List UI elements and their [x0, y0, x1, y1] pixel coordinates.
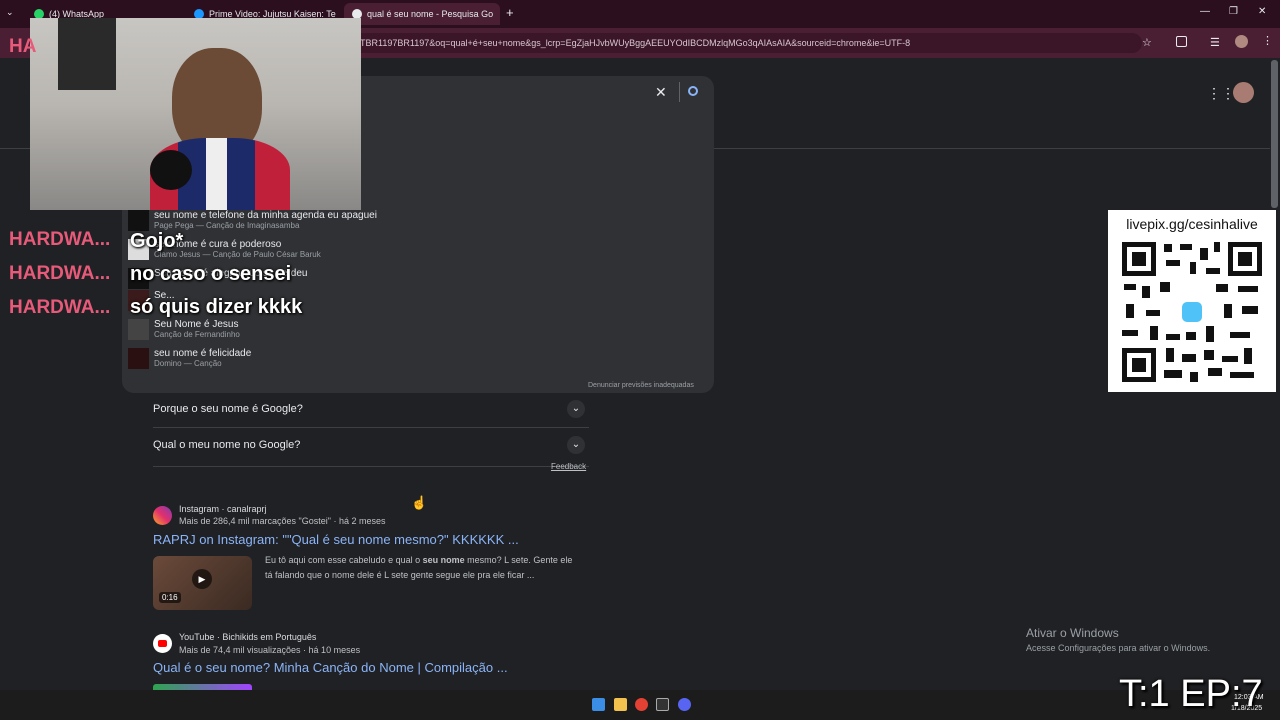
- account-avatar[interactable]: [1233, 82, 1254, 103]
- start-icon[interactable]: [592, 698, 605, 711]
- report-predictions-link[interactable]: Denunciar previsões inadequadas: [588, 382, 694, 389]
- qr-code-card: livepix.gg/cesinhalive: [1108, 210, 1276, 392]
- reading-list-icon[interactable]: ☰: [1210, 36, 1220, 49]
- people-also-ask-item[interactable]: Porque o seu nome é Google? ⌄: [153, 392, 589, 427]
- app-icon[interactable]: [656, 698, 669, 711]
- suggestion-thumbnail: [128, 319, 149, 340]
- extensions-icon[interactable]: [1176, 36, 1187, 47]
- menu-kebab-icon[interactable]: ⋮: [1262, 34, 1273, 47]
- hardware-label: HARDWA...: [9, 263, 111, 284]
- instagram-icon: [153, 506, 172, 525]
- suggestion-subtitle: Canção de Fernandinho: [154, 330, 240, 339]
- suggestion-title: seu nome e telefone da minha agenda eu a…: [154, 210, 377, 221]
- overlay-line-2: no caso o sensei: [130, 263, 292, 285]
- suggestion-title: seu nome é felicidade: [154, 348, 252, 359]
- activate-windows-title: Ativar o Windows: [1026, 626, 1119, 640]
- microphone: [150, 150, 192, 190]
- search-divider: [679, 82, 680, 102]
- overlay-line-3: só quis dizer kkkk: [130, 296, 303, 318]
- paa-question: Qual o meu nome no Google?: [153, 439, 301, 451]
- snippet-bold: seu nome: [422, 555, 465, 565]
- suggestion-item[interactable]: Seu Nome é Jesus Canção de Fernandinho: [128, 319, 448, 341]
- feedback-link[interactable]: Feedback: [551, 462, 586, 471]
- bookmark-star-icon[interactable]: ☆: [1142, 36, 1152, 49]
- episode-label: T:1 EP:7: [1119, 673, 1263, 715]
- qr-label: livepix.gg/cesinhalive: [1126, 216, 1258, 232]
- poster: [58, 18, 116, 90]
- youtube-icon: [153, 634, 172, 653]
- snippet-text: Eu tô aqui com esse cabeludo e qual o: [265, 555, 423, 565]
- suggestion-subtitle: Page Pega — Canção de Imaginasamba: [154, 221, 300, 230]
- restore-button[interactable]: ❐: [1229, 6, 1238, 17]
- chevron-down-icon[interactable]: ⌄: [567, 436, 585, 454]
- overlay-line-1: Gojo*: [130, 230, 184, 252]
- webcam-overlay: [30, 18, 361, 210]
- suggestion-title: Seu Nome é Jesus: [154, 319, 239, 330]
- close-tab-icon[interactable]: ✕: [493, 9, 500, 20]
- file-explorer-icon[interactable]: [614, 698, 627, 711]
- play-icon[interactable]: ▶: [192, 569, 212, 589]
- result-meta: Mais de 74,4 mil visualizações · há 10 m…: [179, 645, 361, 655]
- overlay-side-text: HA: [9, 36, 37, 57]
- search-icon[interactable]: [688, 86, 698, 96]
- tab-search-chevron-icon[interactable]: ⌄: [6, 7, 14, 18]
- result-meta: Mais de 286,4 mil marcações "Gostei" · h…: [179, 516, 386, 526]
- tab-google-search[interactable]: qual é seu nome - Pesquisa Go ✕: [344, 3, 500, 25]
- suggestion-item[interactable]: seu nome é felicidade Domino — Canção: [128, 348, 448, 370]
- paa-divider: [153, 466, 589, 467]
- windows-taskbar: 12:03 AM 1/18/2025: [0, 690, 1280, 720]
- new-tab-button[interactable]: +: [506, 5, 514, 20]
- result-source[interactable]: Instagram · canalraprj: [179, 504, 267, 514]
- hardware-label: HARDWA...: [9, 229, 111, 250]
- chevron-down-icon[interactable]: ⌄: [567, 400, 585, 418]
- result-source[interactable]: YouTube · Bichikids em Português: [179, 632, 316, 642]
- activate-windows-subtitle: Acesse Configurações para ativar o Windo…: [1026, 643, 1211, 653]
- result-snippet: Eu tô aqui com esse cabeludo e qual o se…: [265, 553, 581, 583]
- suggestion-thumbnail: [128, 210, 149, 231]
- qr-code-image: [1120, 240, 1264, 384]
- suggestion-subtitle: Domino — Canção: [154, 359, 222, 368]
- result-title-link[interactable]: RAPRJ on Instagram: ""Qual é seu nome me…: [153, 532, 519, 547]
- video-duration: 0:16: [159, 592, 181, 603]
- discord-icon[interactable]: [678, 698, 691, 711]
- paa-question: Porque o seu nome é Google?: [153, 403, 303, 415]
- close-window-button[interactable]: ✕: [1258, 6, 1266, 17]
- result-title-link[interactable]: Qual é o seu nome? Minha Canção do Nome …: [153, 660, 508, 675]
- chrome-icon[interactable]: [635, 698, 648, 711]
- profile-avatar[interactable]: [1235, 35, 1248, 48]
- page-scrollbar[interactable]: [1271, 60, 1278, 208]
- clear-search-button[interactable]: ✕: [655, 84, 667, 101]
- apps-grid-icon[interactable]: ⋮⋮: [1207, 85, 1235, 102]
- hand-cursor-icon: ☝: [411, 495, 428, 510]
- people-also-ask-item[interactable]: Qual o meu nome no Google? ⌄: [153, 427, 589, 462]
- hardware-label: HARDWA...: [9, 297, 111, 318]
- suggestion-thumbnail: [128, 348, 149, 369]
- minimize-button[interactable]: —: [1200, 6, 1210, 17]
- suggestion-item[interactable]: seu nome e telefone da minha agenda eu a…: [128, 210, 448, 232]
- tab-title: qual é seu nome - Pesquisa Go: [367, 9, 494, 19]
